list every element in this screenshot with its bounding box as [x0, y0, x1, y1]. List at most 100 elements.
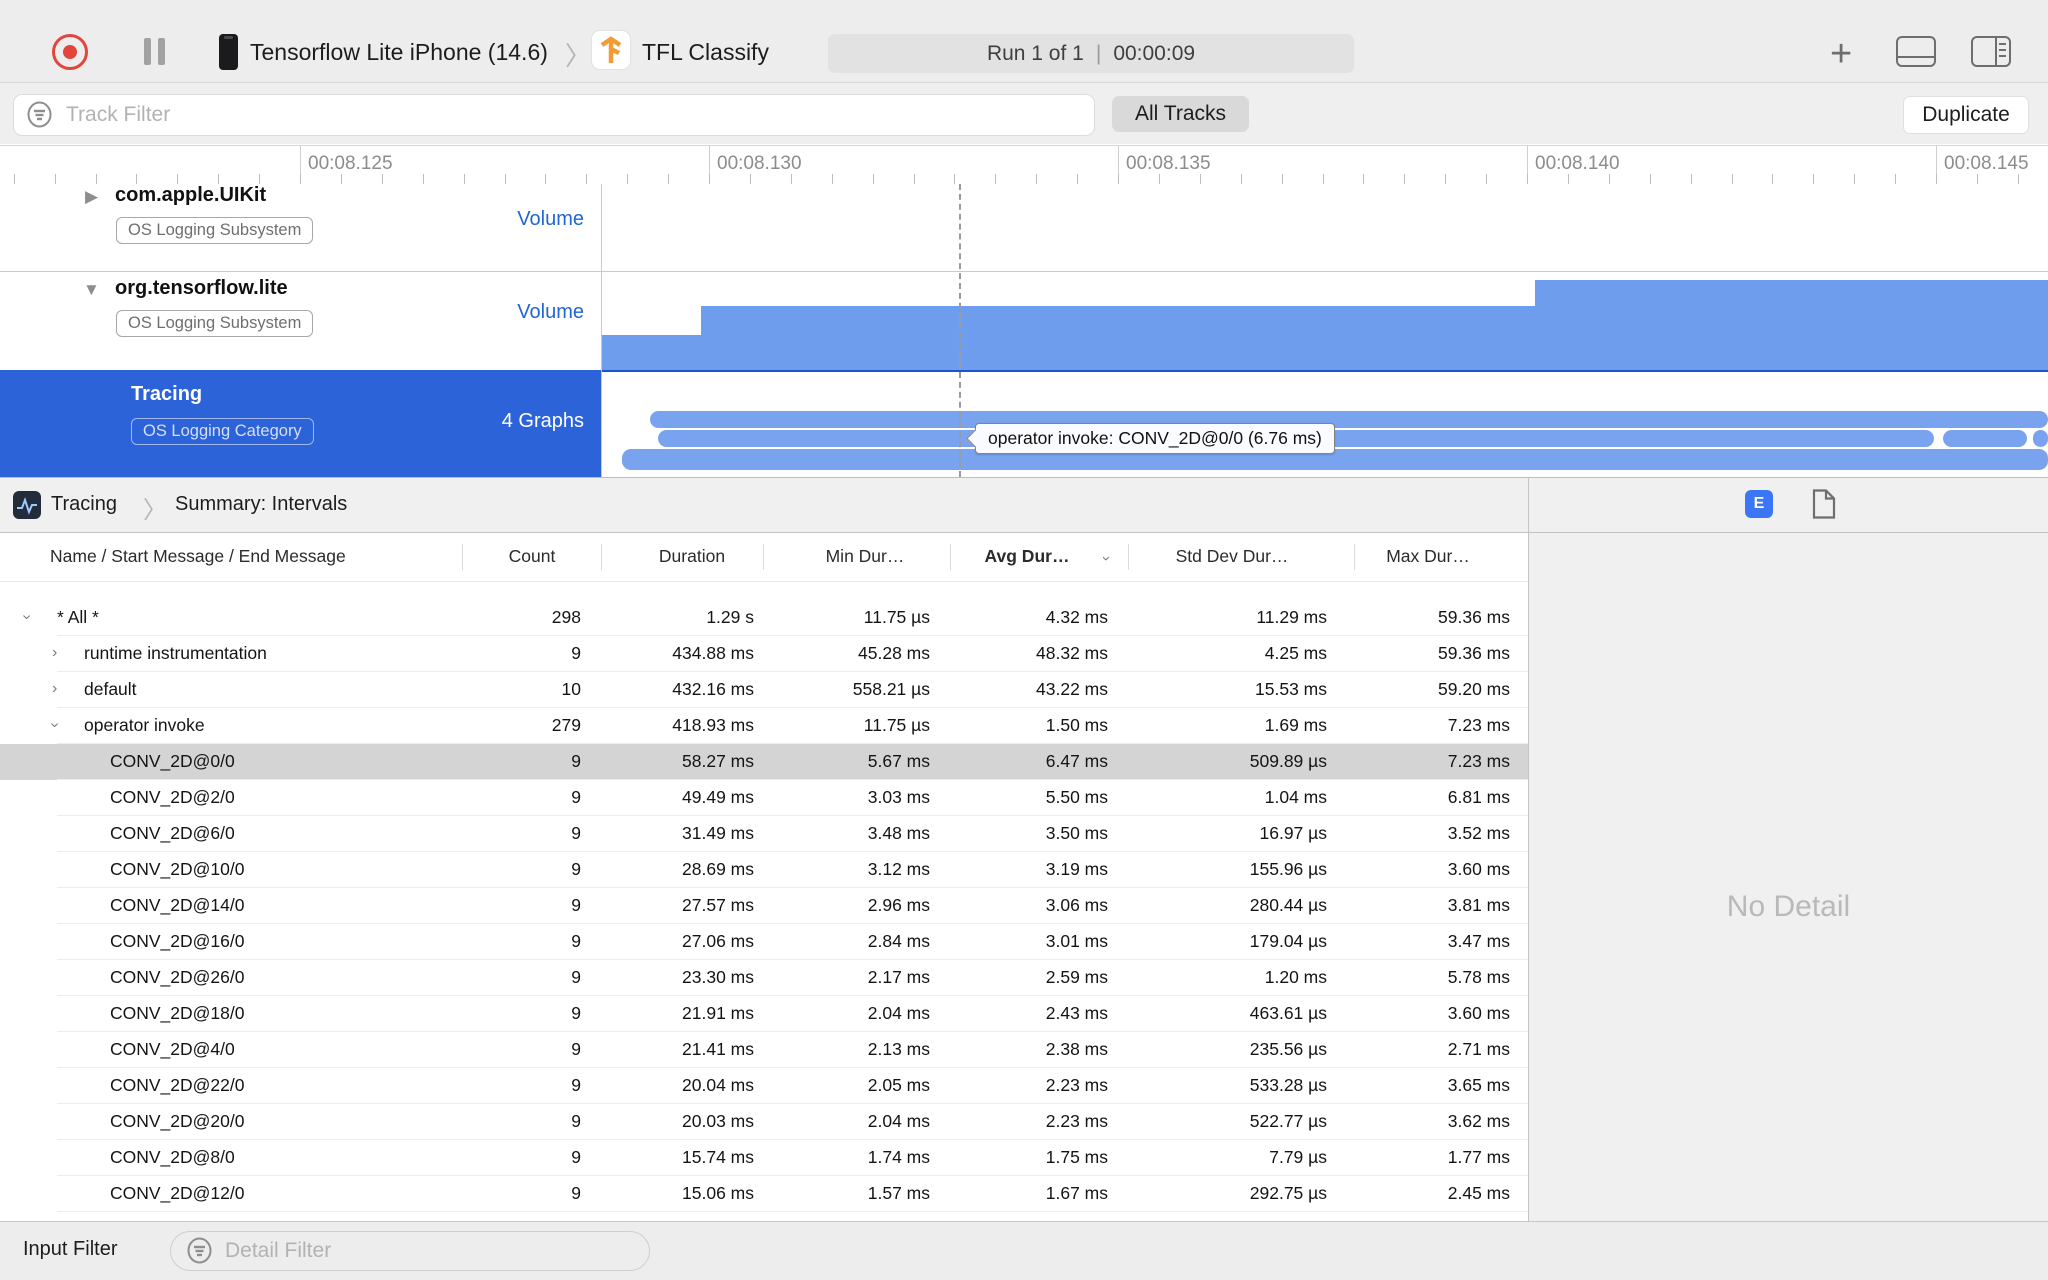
row-duration: 434.88 ms [672, 643, 754, 663]
table-row[interactable]: CONV_2D@4/0 9 21.41 ms 2.13 ms 2.38 ms 235.56… [0, 1032, 1528, 1068]
table-row[interactable]: › operator invoke 279 418.93 ms 11.75 µs 1.50… [0, 708, 1528, 744]
column-header-max[interactable]: Max Dur… [1338, 546, 1518, 567]
table-row[interactable]: CONV_2D@10/0 9 28.69 ms 3.12 ms 3.19 ms 155.9… [0, 852, 1528, 888]
ruler-minor-tick [136, 174, 138, 184]
table-row[interactable]: CONV_2D@8/0 9 15.74 ms 1.74 ms 1.75 ms 7.79 µ… [0, 1140, 1528, 1176]
volume-area-segment [701, 306, 1535, 370]
row-std: 509.89 µs [1249, 751, 1327, 771]
column-header-stddev[interactable]: Std Dev Dur… [1142, 546, 1322, 567]
add-instrument-button[interactable]: + [1830, 35, 1852, 73]
row-min: 45.28 ms [858, 643, 930, 663]
row-avg: 3.19 ms [1045, 859, 1108, 879]
track-header-tensorflow[interactable]: ▼ org.tensorflow.lite OS Logging Subsyst… [0, 272, 601, 370]
table-row[interactable]: CONV_2D@12/0 9 15.06 ms 1.57 ms 1.67 ms 292.7… [0, 1176, 1528, 1212]
chevron-right-icon: 〉 [143, 497, 167, 524]
ruler-minor-tick [1731, 174, 1733, 184]
table-row[interactable]: CONV_2D@26/0 9 23.30 ms 2.17 ms 2.59 ms 1.20 … [0, 960, 1528, 996]
disclosure-expanded-icon[interactable]: ▼ [83, 280, 100, 300]
row-max: 3.60 ms [1447, 1003, 1510, 1023]
column-header-name[interactable]: Name / Start Message / End Message [50, 546, 346, 567]
tree-chevron-right-icon[interactable]: › [52, 680, 57, 698]
table-row[interactable]: › default 10 432.16 ms 558.21 µs 43.22 ms 15.5… [0, 672, 1528, 708]
detail-panel-divider[interactable] [1528, 477, 1529, 1221]
row-count: 9 [571, 1183, 581, 1203]
row-min: 1.74 ms [867, 1147, 930, 1167]
column-header-duration[interactable]: Duration [602, 546, 782, 567]
track-filter-input[interactable]: Track Filter [13, 94, 1095, 136]
extended-detail-tab[interactable]: E [1745, 490, 1773, 518]
ruler-time-label: 00:08.130 [717, 153, 802, 174]
pause-icon[interactable] [158, 38, 165, 65]
toggle-right-panel-icon[interactable] [1971, 36, 2011, 67]
track-header-uikit[interactable]: ▶ com.apple.UIKit OS Logging Subsystem V… [0, 184, 601, 271]
table-row[interactable]: CONV_2D@2/0 9 49.49 ms 3.03 ms 5.50 ms 1.04 m… [0, 780, 1528, 816]
track-meta-graphs[interactable]: 4 Graphs [404, 410, 584, 433]
row-name: CONV_2D@6/0 [110, 823, 235, 843]
tree-chevron-right-icon[interactable]: › [52, 644, 57, 662]
table-row[interactable]: CONV_2D@20/0 9 20.03 ms 2.04 ms 2.23 ms 522.7… [0, 1104, 1528, 1140]
column-header-count[interactable]: Count [442, 546, 622, 567]
row-count: 9 [571, 751, 581, 771]
table-row[interactable]: CONV_2D@22/0 9 20.04 ms 2.05 ms 2.23 ms 533.2… [0, 1068, 1528, 1104]
table-row[interactable]: CONV_2D@6/0 9 31.49 ms 3.48 ms 3.50 ms 16.97 … [0, 816, 1528, 852]
tree-chevron-down-icon[interactable]: › [46, 722, 64, 727]
toggle-bottom-panel-icon[interactable] [1896, 36, 1936, 67]
disclosure-collapsed-icon[interactable]: ▶ [85, 187, 98, 207]
all-tracks-button[interactable]: All Tracks [1112, 96, 1249, 132]
pause-icon[interactable] [144, 38, 151, 65]
ruler-minor-tick [1527, 174, 1528, 184]
table-row[interactable]: CONV_2D@14/0 9 27.57 ms 2.96 ms 3.06 ms 280.4… [0, 888, 1528, 924]
interval-bar[interactable] [650, 411, 2048, 428]
track-meta-volume[interactable]: Volume [404, 301, 584, 324]
track-title: org.tensorflow.lite [115, 277, 288, 299]
row-count: 9 [571, 823, 581, 843]
interval-bar[interactable] [1943, 430, 2027, 447]
sidebar-graph-divider[interactable] [601, 184, 602, 477]
breadcrumb-root[interactable]: Tracing [51, 493, 117, 516]
row-min: 2.05 ms [867, 1075, 930, 1095]
ruler-minor-tick [13, 174, 15, 184]
table-row[interactable]: CONV_2D@16/0 9 27.06 ms 2.84 ms 3.01 ms 179.0… [0, 924, 1528, 960]
table-header: Name / Start Message / End Message Count… [0, 533, 1528, 582]
track-meta-volume[interactable]: Volume [404, 208, 584, 231]
row-std: 1.04 ms [1264, 787, 1327, 807]
column-header-avg-sorted[interactable]: Avg Dur… [937, 546, 1117, 567]
time-ruler[interactable]: 00:08.125 00:08.130 00:08.135 00:08.140 00:0… [0, 145, 2048, 185]
detail-filter-input[interactable]: Detail Filter [170, 1231, 650, 1271]
table-row[interactable]: › * All * 298 1.29 s 11.75 µs 4.32 ms 11.29 ms… [0, 600, 1528, 636]
ruler-time-label: 00:08.135 [1126, 153, 1211, 174]
ruler-minor-tick [1240, 174, 1242, 184]
tensorflow-volume-graph[interactable] [602, 272, 2048, 370]
detail-breadcrumb-bar: Tracing 〉 Summary: Intervals E [0, 477, 2048, 533]
row-name: CONV_2D@16/0 [110, 931, 245, 951]
breadcrumb-page[interactable]: Summary: Intervals [175, 493, 347, 516]
track-header-tracing-selected[interactable]: Tracing OS Logging Category 4 Graphs [0, 370, 601, 477]
ruler-minor-tick [913, 174, 915, 184]
duplicate-button[interactable]: Duplicate [1903, 96, 2029, 134]
interval-bar[interactable] [622, 449, 2048, 470]
row-name: operator invoke [84, 715, 205, 735]
device-name[interactable]: Tensorflow Lite iPhone (14.6) [250, 39, 548, 66]
tree-chevron-down-icon[interactable]: › [18, 614, 36, 619]
playhead-dashed-line[interactable] [959, 184, 961, 477]
table-row-selected[interactable]: CONV_2D@0/0 9 58.27 ms 5.67 ms 6.47 ms 509.89… [0, 744, 1528, 780]
row-min: 2.84 ms [867, 931, 930, 951]
ruler-minor-tick [1404, 174, 1406, 184]
run-label: Run 1 of 1 [986, 41, 1084, 65]
table-row[interactable]: › runtime instrumentation 9 434.88 ms 45.28 … [0, 636, 1528, 672]
target-name[interactable]: TFL Classify [642, 39, 769, 66]
ruler-minor-tick [668, 174, 670, 184]
input-filter-label[interactable]: Input Filter [23, 1238, 117, 1261]
record-button[interactable] [52, 34, 88, 70]
ruler-minor-tick [1567, 174, 1569, 184]
table-row[interactable]: CONV_2D@18/0 9 21.91 ms 2.04 ms 2.43 ms 463.6… [0, 996, 1528, 1032]
track-title: Tracing [131, 383, 203, 405]
row-name: CONV_2D@8/0 [110, 1147, 235, 1167]
document-icon[interactable] [1812, 489, 1836, 519]
row-max: 7.23 ms [1447, 715, 1510, 735]
column-header-min[interactable]: Min Dur… [775, 546, 955, 567]
interval-bar[interactable] [2033, 430, 2048, 447]
row-name: default [84, 679, 137, 699]
row-max: 5.78 ms [1447, 967, 1510, 987]
ruler-minor-tick [1281, 174, 1283, 184]
